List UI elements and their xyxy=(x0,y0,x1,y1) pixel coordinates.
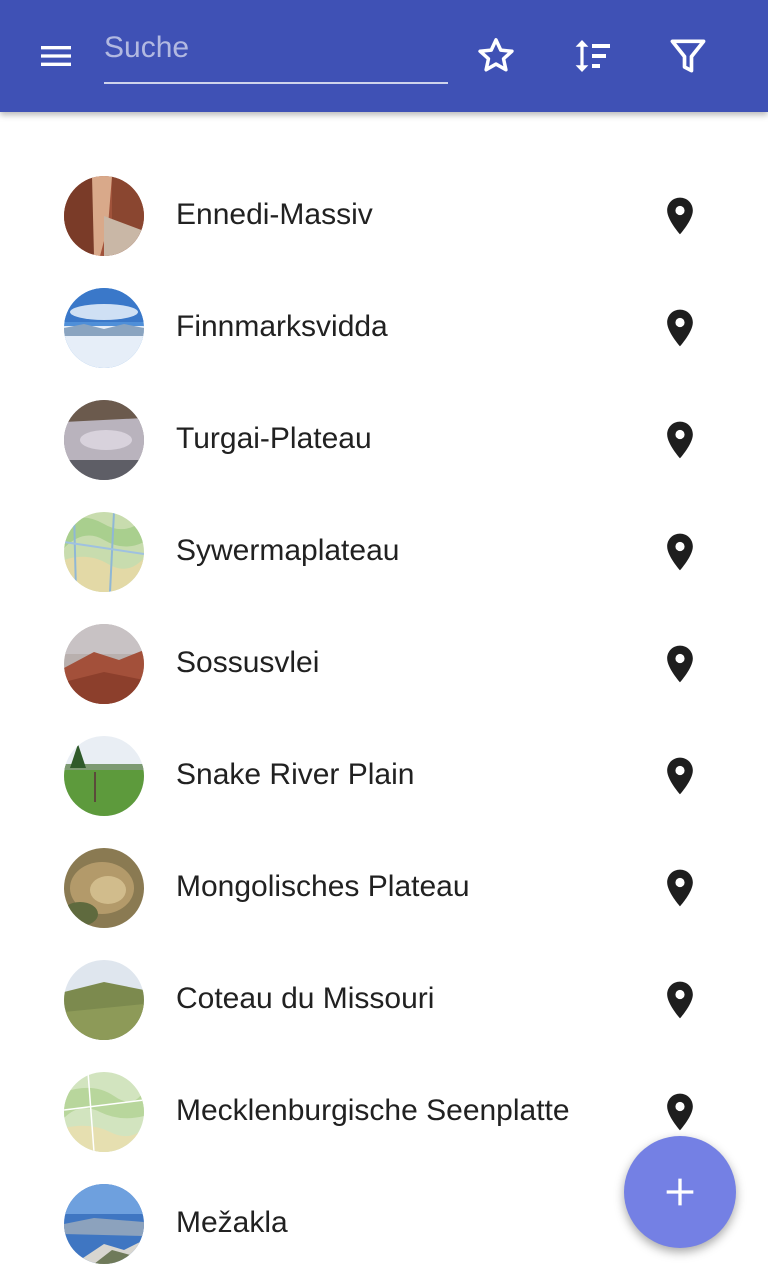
place-name: Finnmarksvidda xyxy=(176,310,388,343)
place-thumbnail xyxy=(64,960,144,1040)
show-on-map-button[interactable] xyxy=(656,1088,704,1136)
show-on-map-button[interactable] xyxy=(656,528,704,576)
plus-icon xyxy=(666,1178,694,1206)
place-name: Coteau du Missouri xyxy=(176,982,435,1015)
show-on-map-button[interactable] xyxy=(656,752,704,800)
map-marker-icon xyxy=(667,197,693,235)
add-place-button[interactable] xyxy=(624,1136,736,1248)
search-input[interactable] xyxy=(104,22,448,74)
map-marker-icon xyxy=(667,981,693,1019)
map-marker-icon xyxy=(667,421,693,459)
place-name: Ennedi-Massiv xyxy=(176,198,373,231)
place-thumbnail xyxy=(64,848,144,928)
star-outline-icon xyxy=(478,38,514,72)
list-item[interactable]: Finnmarksvidda xyxy=(0,272,768,384)
place-thumbnail xyxy=(64,736,144,816)
filter-icon xyxy=(670,39,706,73)
app-bar xyxy=(0,0,768,112)
place-name: Mongolisches Plateau xyxy=(176,870,470,903)
filter-button[interactable] xyxy=(656,24,720,88)
list-item[interactable]: Coteau du Missouri xyxy=(0,944,768,1056)
list-item[interactable]: Snake River Plain xyxy=(0,720,768,832)
place-name: Mežakla xyxy=(176,1206,288,1239)
place-name: Turgai-Plateau xyxy=(176,422,372,455)
list-item[interactable]: Turgai-Plateau xyxy=(0,384,768,496)
menu-button[interactable] xyxy=(24,24,88,88)
list-item[interactable]: Mongolisches Plateau xyxy=(0,832,768,944)
menu-icon xyxy=(41,46,71,66)
show-on-map-button[interactable] xyxy=(656,416,704,464)
place-thumbnail xyxy=(64,176,144,256)
sort-button[interactable] xyxy=(560,24,624,88)
place-thumbnail xyxy=(64,512,144,592)
show-on-map-button[interactable] xyxy=(656,192,704,240)
map-marker-icon xyxy=(667,1093,693,1131)
show-on-map-button[interactable] xyxy=(656,304,704,352)
place-name: Snake River Plain xyxy=(176,758,415,791)
favorites-button[interactable] xyxy=(464,24,528,88)
place-thumbnail xyxy=(64,1184,144,1264)
map-marker-icon xyxy=(667,645,693,683)
show-on-map-button[interactable] xyxy=(656,640,704,688)
map-marker-icon xyxy=(667,757,693,795)
place-thumbnail xyxy=(64,400,144,480)
place-list: Ennedi-Massiv Finnmarksvidda Turgai-Plat… xyxy=(0,160,768,1280)
map-marker-icon xyxy=(667,869,693,907)
sort-icon xyxy=(575,40,610,72)
show-on-map-button[interactable] xyxy=(656,864,704,912)
place-thumbnail xyxy=(64,624,144,704)
list-item[interactable]: Sossusvlei xyxy=(0,608,768,720)
show-on-map-button[interactable] xyxy=(656,976,704,1024)
place-name: Mecklenburgische Seenplatte xyxy=(176,1094,570,1127)
place-thumbnail xyxy=(64,288,144,368)
list-item[interactable]: Ennedi-Massiv xyxy=(0,160,768,272)
place-name: Sossusvlei xyxy=(176,646,320,679)
place-name: Sywermaplateau xyxy=(176,534,400,567)
list-item[interactable]: Sywermaplateau xyxy=(0,496,768,608)
map-marker-icon xyxy=(667,533,693,571)
search-field xyxy=(104,22,448,84)
map-marker-icon xyxy=(667,309,693,347)
place-thumbnail xyxy=(64,1072,144,1152)
